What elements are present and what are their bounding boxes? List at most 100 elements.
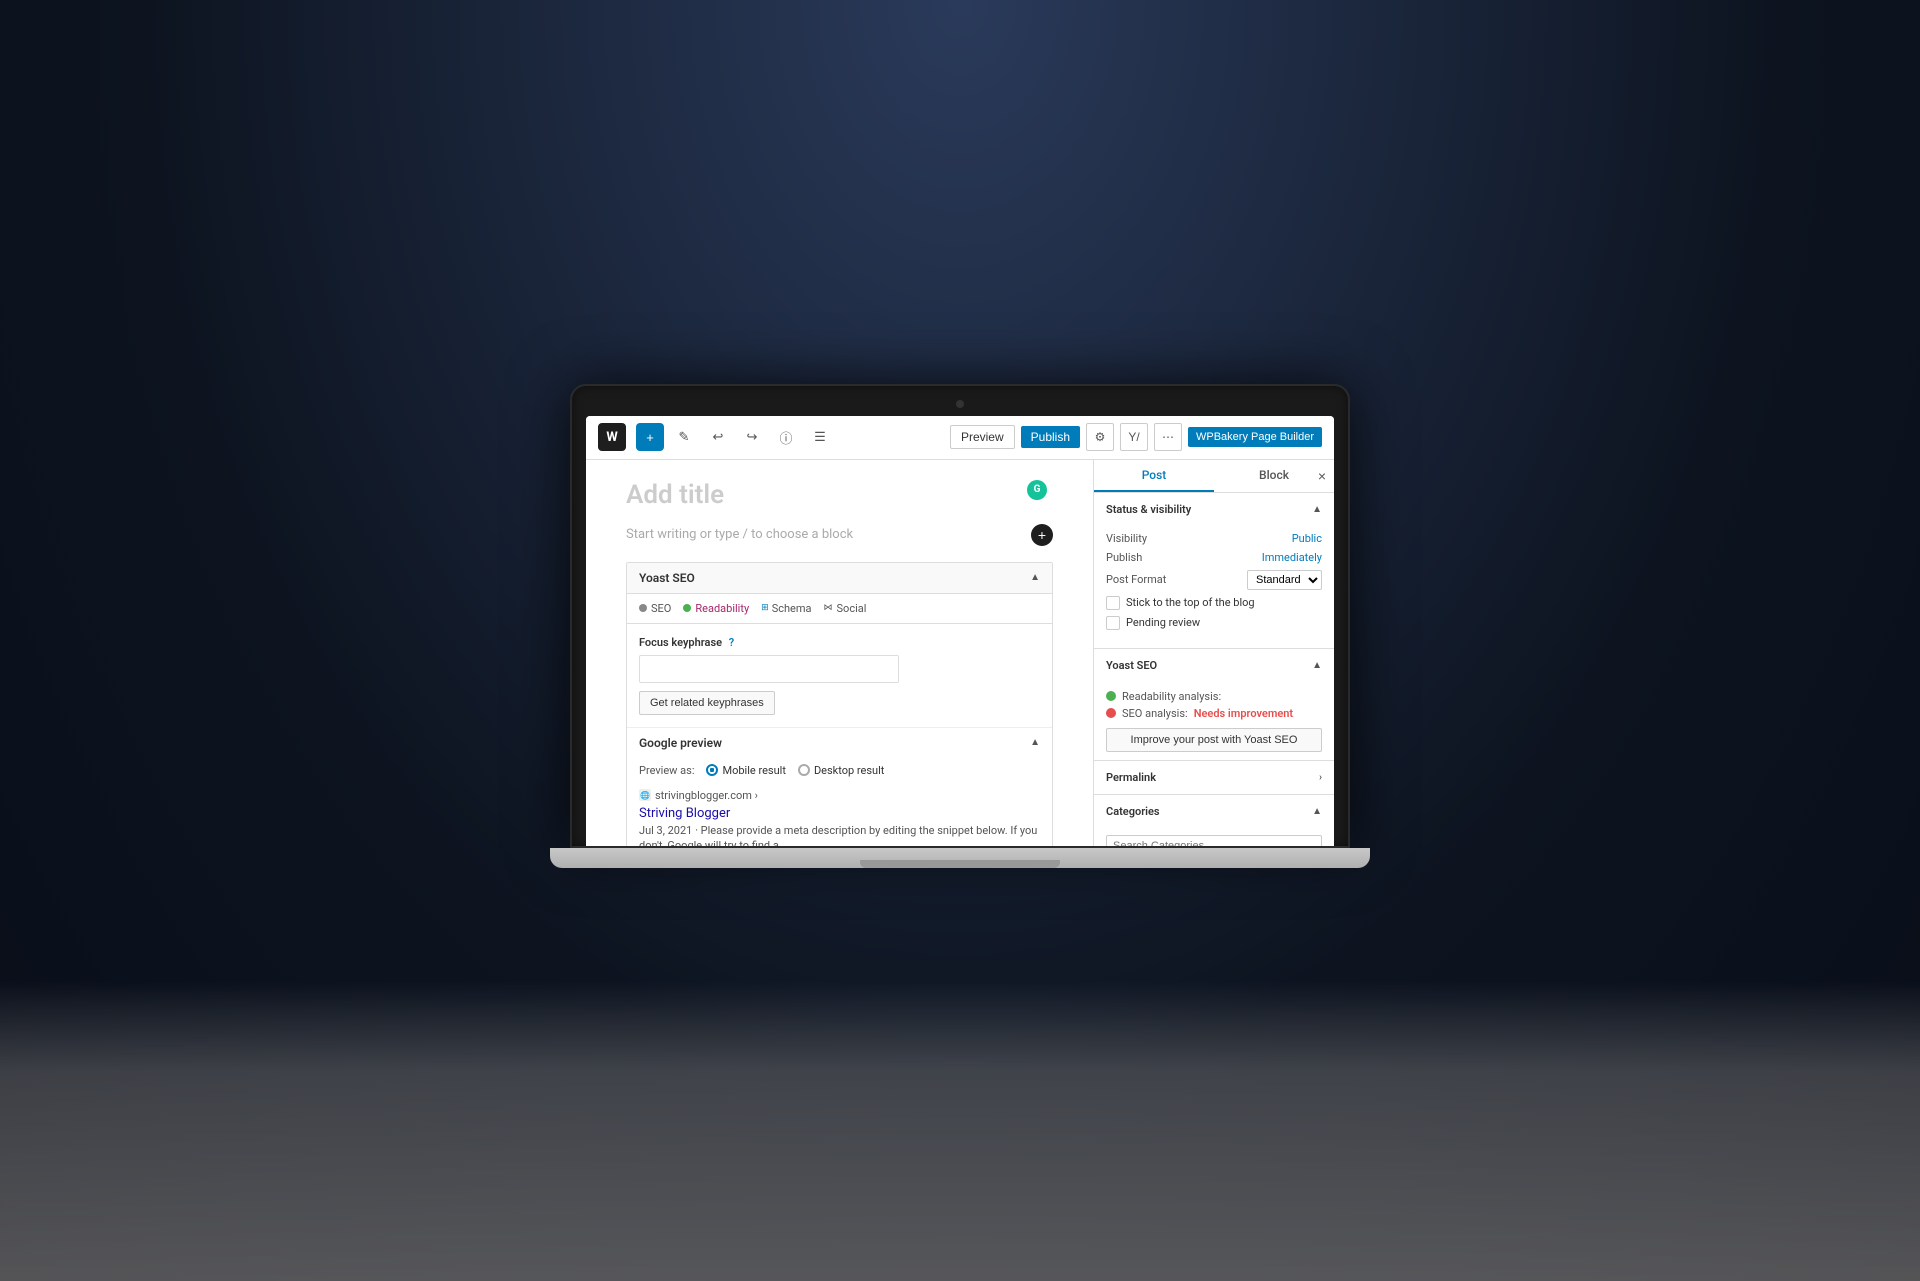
publish-row: Publish Immediately bbox=[1106, 551, 1322, 564]
desktop-result-option[interactable]: Desktop result bbox=[798, 764, 884, 777]
preview-as-section: Preview as: Mobile result Desktop result bbox=[627, 758, 1052, 783]
yoast-seo-sidebar-content: Readability analysis: SEO analysis: Need… bbox=[1094, 682, 1334, 760]
focus-keyphrase-help-icon[interactable]: ? bbox=[729, 636, 734, 649]
status-visibility-title: Status & visibility bbox=[1106, 503, 1191, 516]
stick-to-top-checkbox[interactable] bbox=[1106, 596, 1120, 610]
search-categories-input[interactable] bbox=[1106, 835, 1322, 846]
add-block-button[interactable]: + bbox=[636, 423, 664, 451]
settings-icon-button[interactable]: ⚙ bbox=[1086, 423, 1114, 451]
post-format-label: Post Format bbox=[1106, 573, 1166, 586]
wp-main-area: Add title G Start writing or type / to c… bbox=[586, 460, 1334, 846]
google-description: Jul 3, 2021 · Please provide a meta desc… bbox=[639, 823, 1040, 846]
visibility-value[interactable]: Public bbox=[1292, 532, 1322, 545]
globe-icon: 🌐 bbox=[639, 789, 651, 801]
wp-sidebar: Post Block × Status & visibility ▲ Visib… bbox=[1094, 460, 1334, 846]
post-content-area[interactable]: Start writing or type / to choose a bloc… bbox=[626, 524, 1053, 546]
yoast-panel-title: Yoast SEO bbox=[639, 571, 695, 585]
yoast-tab-seo[interactable]: SEO bbox=[639, 602, 671, 615]
mobile-result-label: Mobile result bbox=[722, 764, 785, 777]
yoast-tab-social[interactable]: ⋈ Social bbox=[824, 602, 867, 615]
focus-keyphrase-input[interactable] bbox=[639, 655, 899, 683]
categories-header[interactable]: Categories ▲ bbox=[1094, 795, 1334, 828]
status-visibility-header[interactable]: Status & visibility ▲ bbox=[1094, 493, 1334, 526]
yoast-collapse-icon: ▲ bbox=[1030, 572, 1040, 583]
sidebar-close-button[interactable]: × bbox=[1318, 468, 1326, 484]
yoast-focus-keyphrase-section: Focus keyphrase ? Get related keyphrases bbox=[627, 624, 1052, 727]
improve-yoast-button[interactable]: Improve your post with Yoast SEO bbox=[1106, 728, 1322, 752]
visibility-row: Visibility Public bbox=[1106, 532, 1322, 545]
post-format-row: Post Format Standard bbox=[1106, 570, 1322, 590]
info-button[interactable]: ⓘ bbox=[772, 423, 800, 451]
yoast-tab-readability[interactable]: Readability bbox=[683, 602, 749, 615]
social-share-icon: ⋈ bbox=[824, 603, 833, 613]
preview-as-label: Preview as: bbox=[639, 764, 694, 777]
social-tab-label: Social bbox=[837, 602, 867, 615]
desktop-result-label: Desktop result bbox=[814, 764, 884, 777]
list-view-button[interactable]: ☰ bbox=[806, 423, 834, 451]
google-preview-header[interactable]: Google preview ▲ bbox=[627, 727, 1052, 758]
wp-toolbar: W + ✎ ↩ ↪ ⓘ ☰ Preview Publish ⚙ Y/ ⋯ WPB… bbox=[586, 416, 1334, 460]
add-block-inline-button[interactable]: + bbox=[1031, 524, 1053, 546]
google-url: 🌐 strivingblogger.com › bbox=[639, 789, 1040, 802]
visibility-label: Visibility bbox=[1106, 532, 1147, 545]
yoast-tab-schema[interactable]: ⊞ Schema bbox=[761, 602, 811, 615]
wpbakery-button[interactable]: WPBakery Page Builder bbox=[1188, 427, 1322, 447]
readability-dot-icon bbox=[683, 604, 691, 612]
permalink-title: Permalink bbox=[1106, 771, 1156, 784]
pending-review-label: Pending review bbox=[1126, 616, 1200, 629]
categories-content: Blogging Blog Traffic bbox=[1094, 828, 1334, 846]
stick-to-top-label: Stick to the top of the blog bbox=[1126, 596, 1255, 609]
yoast-panel-header[interactable]: Yoast SEO ▲ bbox=[627, 563, 1052, 594]
toolbar-left: W + ✎ ↩ ↪ ⓘ ☰ bbox=[598, 423, 834, 451]
status-visibility-chevron: ▲ bbox=[1312, 504, 1322, 515]
schema-tab-label: Schema bbox=[772, 602, 812, 615]
grammarly-badge: G bbox=[1027, 480, 1047, 500]
categories-chevron: ▲ bbox=[1312, 806, 1322, 817]
yoast-seo-sidebar-chevron: ▲ bbox=[1312, 660, 1322, 671]
seo-tab-label: SEO bbox=[651, 602, 671, 615]
pending-review-row: Pending review bbox=[1106, 616, 1322, 630]
schema-grid-icon: ⊞ bbox=[761, 603, 769, 613]
seo-status-badge: Needs improvement bbox=[1194, 707, 1293, 720]
post-format-select[interactable]: Standard bbox=[1247, 570, 1322, 590]
get-related-keyphrases-button[interactable]: Get related keyphrases bbox=[639, 691, 775, 715]
more-options-button[interactable]: ⋯ bbox=[1154, 423, 1182, 451]
google-title-link[interactable]: Striving Blogger bbox=[639, 806, 730, 821]
yoast-seo-sidebar-header[interactable]: Yoast SEO ▲ bbox=[1094, 649, 1334, 682]
yoast-seo-sidebar-section: Yoast SEO ▲ Readability analysis: SEO an… bbox=[1094, 649, 1334, 761]
toolbar-right: Preview Publish ⚙ Y/ ⋯ WPBakery Page Bui… bbox=[950, 423, 1322, 451]
yoast-icon-button[interactable]: Y/ bbox=[1120, 423, 1148, 451]
post-title-field[interactable]: Add title bbox=[626, 480, 1053, 510]
publish-button[interactable]: Publish bbox=[1021, 426, 1080, 448]
google-preview-title: Google preview bbox=[639, 736, 722, 750]
google-preview-content: 🌐 strivingblogger.com › Striving Blogger… bbox=[627, 783, 1052, 846]
tab-block[interactable]: Block bbox=[1214, 460, 1334, 492]
screen-content: W + ✎ ↩ ↪ ⓘ ☰ Preview Publish ⚙ Y/ ⋯ WPB… bbox=[586, 416, 1334, 846]
readability-analysis-row: Readability analysis: bbox=[1106, 690, 1322, 703]
laptop-camera bbox=[956, 400, 964, 408]
wordpress-logo[interactable]: W bbox=[598, 423, 626, 451]
categories-title: Categories bbox=[1106, 805, 1160, 818]
publish-value[interactable]: Immediately bbox=[1262, 551, 1322, 564]
focus-keyphrase-label: Focus keyphrase ? bbox=[639, 636, 1040, 649]
categories-section: Categories ▲ Blogging Blog Traffic bbox=[1094, 795, 1334, 846]
content-placeholder-text: Start writing or type / to choose a bloc… bbox=[626, 527, 853, 542]
preview-button[interactable]: Preview bbox=[950, 425, 1015, 449]
yoast-tabs: SEO Readability ⊞ Schema ⋈ bbox=[627, 594, 1052, 624]
permalink-header[interactable]: Permalink › bbox=[1094, 761, 1334, 794]
undo-button[interactable]: ↩ bbox=[704, 423, 732, 451]
permalink-chevron: › bbox=[1319, 772, 1322, 783]
readability-tab-label: Readability bbox=[695, 602, 749, 615]
google-preview-collapse-icon: ▲ bbox=[1030, 737, 1040, 748]
seo-analysis-label: SEO analysis: bbox=[1122, 707, 1188, 720]
wp-editor-area[interactable]: Add title G Start writing or type / to c… bbox=[586, 460, 1094, 846]
publish-label: Publish bbox=[1106, 551, 1142, 564]
laptop-screen: W + ✎ ↩ ↪ ⓘ ☰ Preview Publish ⚙ Y/ ⋯ WPB… bbox=[570, 384, 1350, 848]
google-url-text: strivingblogger.com › bbox=[655, 789, 758, 802]
edit-button[interactable]: ✎ bbox=[670, 423, 698, 451]
mobile-result-option[interactable]: Mobile result bbox=[706, 764, 785, 777]
yoast-seo-panel: Yoast SEO ▲ SEO Readability bbox=[626, 562, 1053, 846]
redo-button[interactable]: ↪ bbox=[738, 423, 766, 451]
pending-review-checkbox[interactable] bbox=[1106, 616, 1120, 630]
tab-post[interactable]: Post bbox=[1094, 460, 1214, 492]
